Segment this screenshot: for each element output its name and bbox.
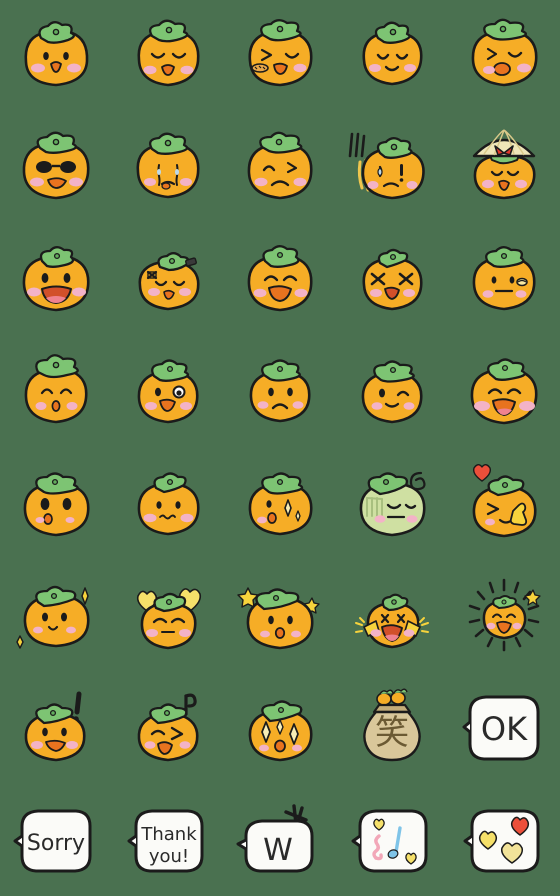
calyx-icon (149, 132, 189, 155)
bubble-text-line1: Thank (140, 824, 197, 845)
calyx-icon (261, 359, 301, 382)
sticker-persimmon-wink-smile[interactable]: Winking smiling persimmon (336, 336, 448, 448)
calyx-icon (157, 252, 190, 272)
snack-crumb-icon (251, 63, 269, 73)
sticker-persimmon-bandage-wink[interactable]: Injured persimmon with bandage and clip … (112, 224, 224, 336)
calyx-icon (483, 18, 527, 41)
calyx-icon (38, 21, 76, 44)
swirl-icon (409, 471, 426, 491)
sticker-persimmon-sleeping-snot[interactable]: Persimmon dozing with snot bubble (448, 224, 560, 336)
sticker-persimmon-drool[interactable]: Persimmon with wide eyes drooling (0, 448, 112, 560)
sack-contents-icon (376, 688, 408, 706)
sticker-persimmon-unhappy[interactable]: Unhappy persimmon with downturned mouth (224, 336, 336, 448)
sticker-persimmon-sparkle-awe[interactable]: Persimmon in awe with sparkles (224, 448, 336, 560)
sticker-persimmon-cheerful-laugh[interactable]: Cheerful laughing persimmon with big blu… (448, 336, 560, 448)
sticker-persimmon-wink-eating[interactable]: Winking persimmon with snack (448, 0, 560, 112)
sticker-bubble-sorry[interactable]: Speech bubble reading Sorry Sorry (0, 784, 112, 896)
sticker-persimmon-whistle[interactable]: Persimmon whistling with closed eyes (0, 336, 112, 448)
snot-bubble-icon (516, 277, 528, 287)
bubble-text: OK (481, 710, 528, 748)
bubble-text: W (263, 833, 293, 868)
sticker-persimmon-sunglasses[interactable]: Cool persimmon wearing sunglasses (0, 112, 112, 224)
sticker-persimmon-eating[interactable]: Persimmon eating with food on cheek (224, 0, 336, 112)
sticker-persimmon-squiggle-mouth[interactable]: Persimmon with squiggly neutral mouth (112, 448, 224, 560)
sticker-bubble-w-laugh[interactable]: Speech bubble reading W with emphasis ma… (224, 784, 336, 896)
sticker-persimmon-love-wink[interactable]: Persimmon winking with red heart and thu… (448, 448, 560, 560)
sticker-persimmon-sad-frown[interactable]: Sad persimmon with frown (224, 112, 336, 224)
calyx-icon (260, 19, 302, 42)
calyx-icon (35, 354, 79, 379)
sticker-bubble-thank-you[interactable]: Speech bubble reading Thank you! Thank y… (112, 784, 224, 896)
sticker-bubble-hearts[interactable]: Speech bubble with red and yellow hearts (448, 784, 560, 896)
sticker-persimmon-big-laugh[interactable]: Persimmon laughing with wide open mouth (0, 224, 112, 336)
sack-kanji: 笑 (375, 713, 409, 753)
bubble-text-line2: you! (149, 846, 189, 867)
sticker-persimmon-crying-tears[interactable]: Crying persimmon with two tears (112, 112, 224, 224)
sticker-persimmon-exclamation[interactable]: Persimmon with exclamation mark realizin… (0, 672, 112, 784)
speech-bubble (351, 809, 428, 873)
sticker-persimmon-smile-open-mouth[interactable]: Smiling persimmon with open mouth (0, 0, 112, 112)
calyx-icon (261, 472, 304, 495)
sticker-bubble-ok[interactable]: Speech bubble reading OK OK (448, 672, 560, 784)
sticker-persimmon-hearts-blush[interactable]: Blushing persimmon with two yellow heart… (112, 560, 224, 672)
calyx-icon (36, 131, 78, 154)
sticker-persimmon-straw-hat[interactable]: Persimmon wearing straw hat with red rib… (448, 112, 560, 224)
calyx-icon (262, 245, 300, 268)
sticker-persimmon-sleepy-smile[interactable]: Sleepy persimmon with gentle smile (336, 0, 448, 112)
face-features (30, 177, 83, 189)
heart-icon (472, 464, 492, 482)
calyx-icon (149, 19, 189, 43)
calyx-icon (492, 595, 517, 609)
sticker-bubble-music-notes[interactable]: Speech bubble with music notes and heart… (336, 784, 448, 896)
sticker-persimmon-closed-eyes-grin[interactable]: Persimmon with closed curved eyes grinni… (112, 0, 224, 112)
sticker-sack-of-persimmons[interactable]: Burlap sack of persimmons with kanji 笑 (336, 672, 448, 784)
sticker-persimmon-squeezed-eyes[interactable]: Persimmon with tightly squeezed eyes lau… (336, 224, 448, 336)
calyx-icon (376, 137, 413, 159)
sticker-persimmon-joyful-smile[interactable]: Joyful persimmon smiling with closed eye… (224, 224, 336, 336)
sticker-persimmon-shocked-sweat[interactable]: Shocked persimmon with sweat drop and mo… (336, 112, 448, 224)
sticker-persimmon-celebrate-confetti[interactable]: Celebrating persimmon with confetti popp… (336, 560, 448, 672)
calyx-icon (485, 246, 525, 268)
calyx-icon (259, 131, 303, 154)
svg-text:笑: 笑 (375, 713, 409, 753)
bubble-text: Sorry (27, 831, 85, 856)
sticker-persimmon-sparkling-joy[interactable]: Sparkling joyful persimmon (224, 672, 336, 784)
calyx-icon (151, 359, 190, 382)
straw-hat-icon (472, 129, 536, 158)
sticker-persimmon-shining-burst[interactable]: Shining persimmon with radiating burst l… (448, 560, 560, 672)
calyx-icon (374, 21, 411, 44)
star-icon (524, 589, 541, 606)
calyx-icon (373, 360, 415, 383)
sticker-persimmon-surprised-eye[interactable]: Persimmon with one wide surprised eye (112, 336, 224, 448)
sticker-persimmon-music-note-laugh[interactable]: Laughing persimmon with music note (112, 672, 224, 784)
calyx-icon (487, 358, 526, 381)
calyx-icon (35, 472, 79, 495)
emoji-sticker-sheet: Smiling persimmon with open mouth Persim… (0, 0, 560, 896)
calyx-icon (39, 246, 75, 268)
sticker-persimmon-sparkle-smirk[interactable]: Persimmon smirking with sparkles (0, 560, 112, 672)
sticker-persimmon-sick-pale[interactable]: Pale green sick persimmon with gloom lin… (336, 448, 448, 560)
sticker-persimmon-star-excited[interactable]: Excited persimmon with yellow stars (224, 560, 336, 672)
